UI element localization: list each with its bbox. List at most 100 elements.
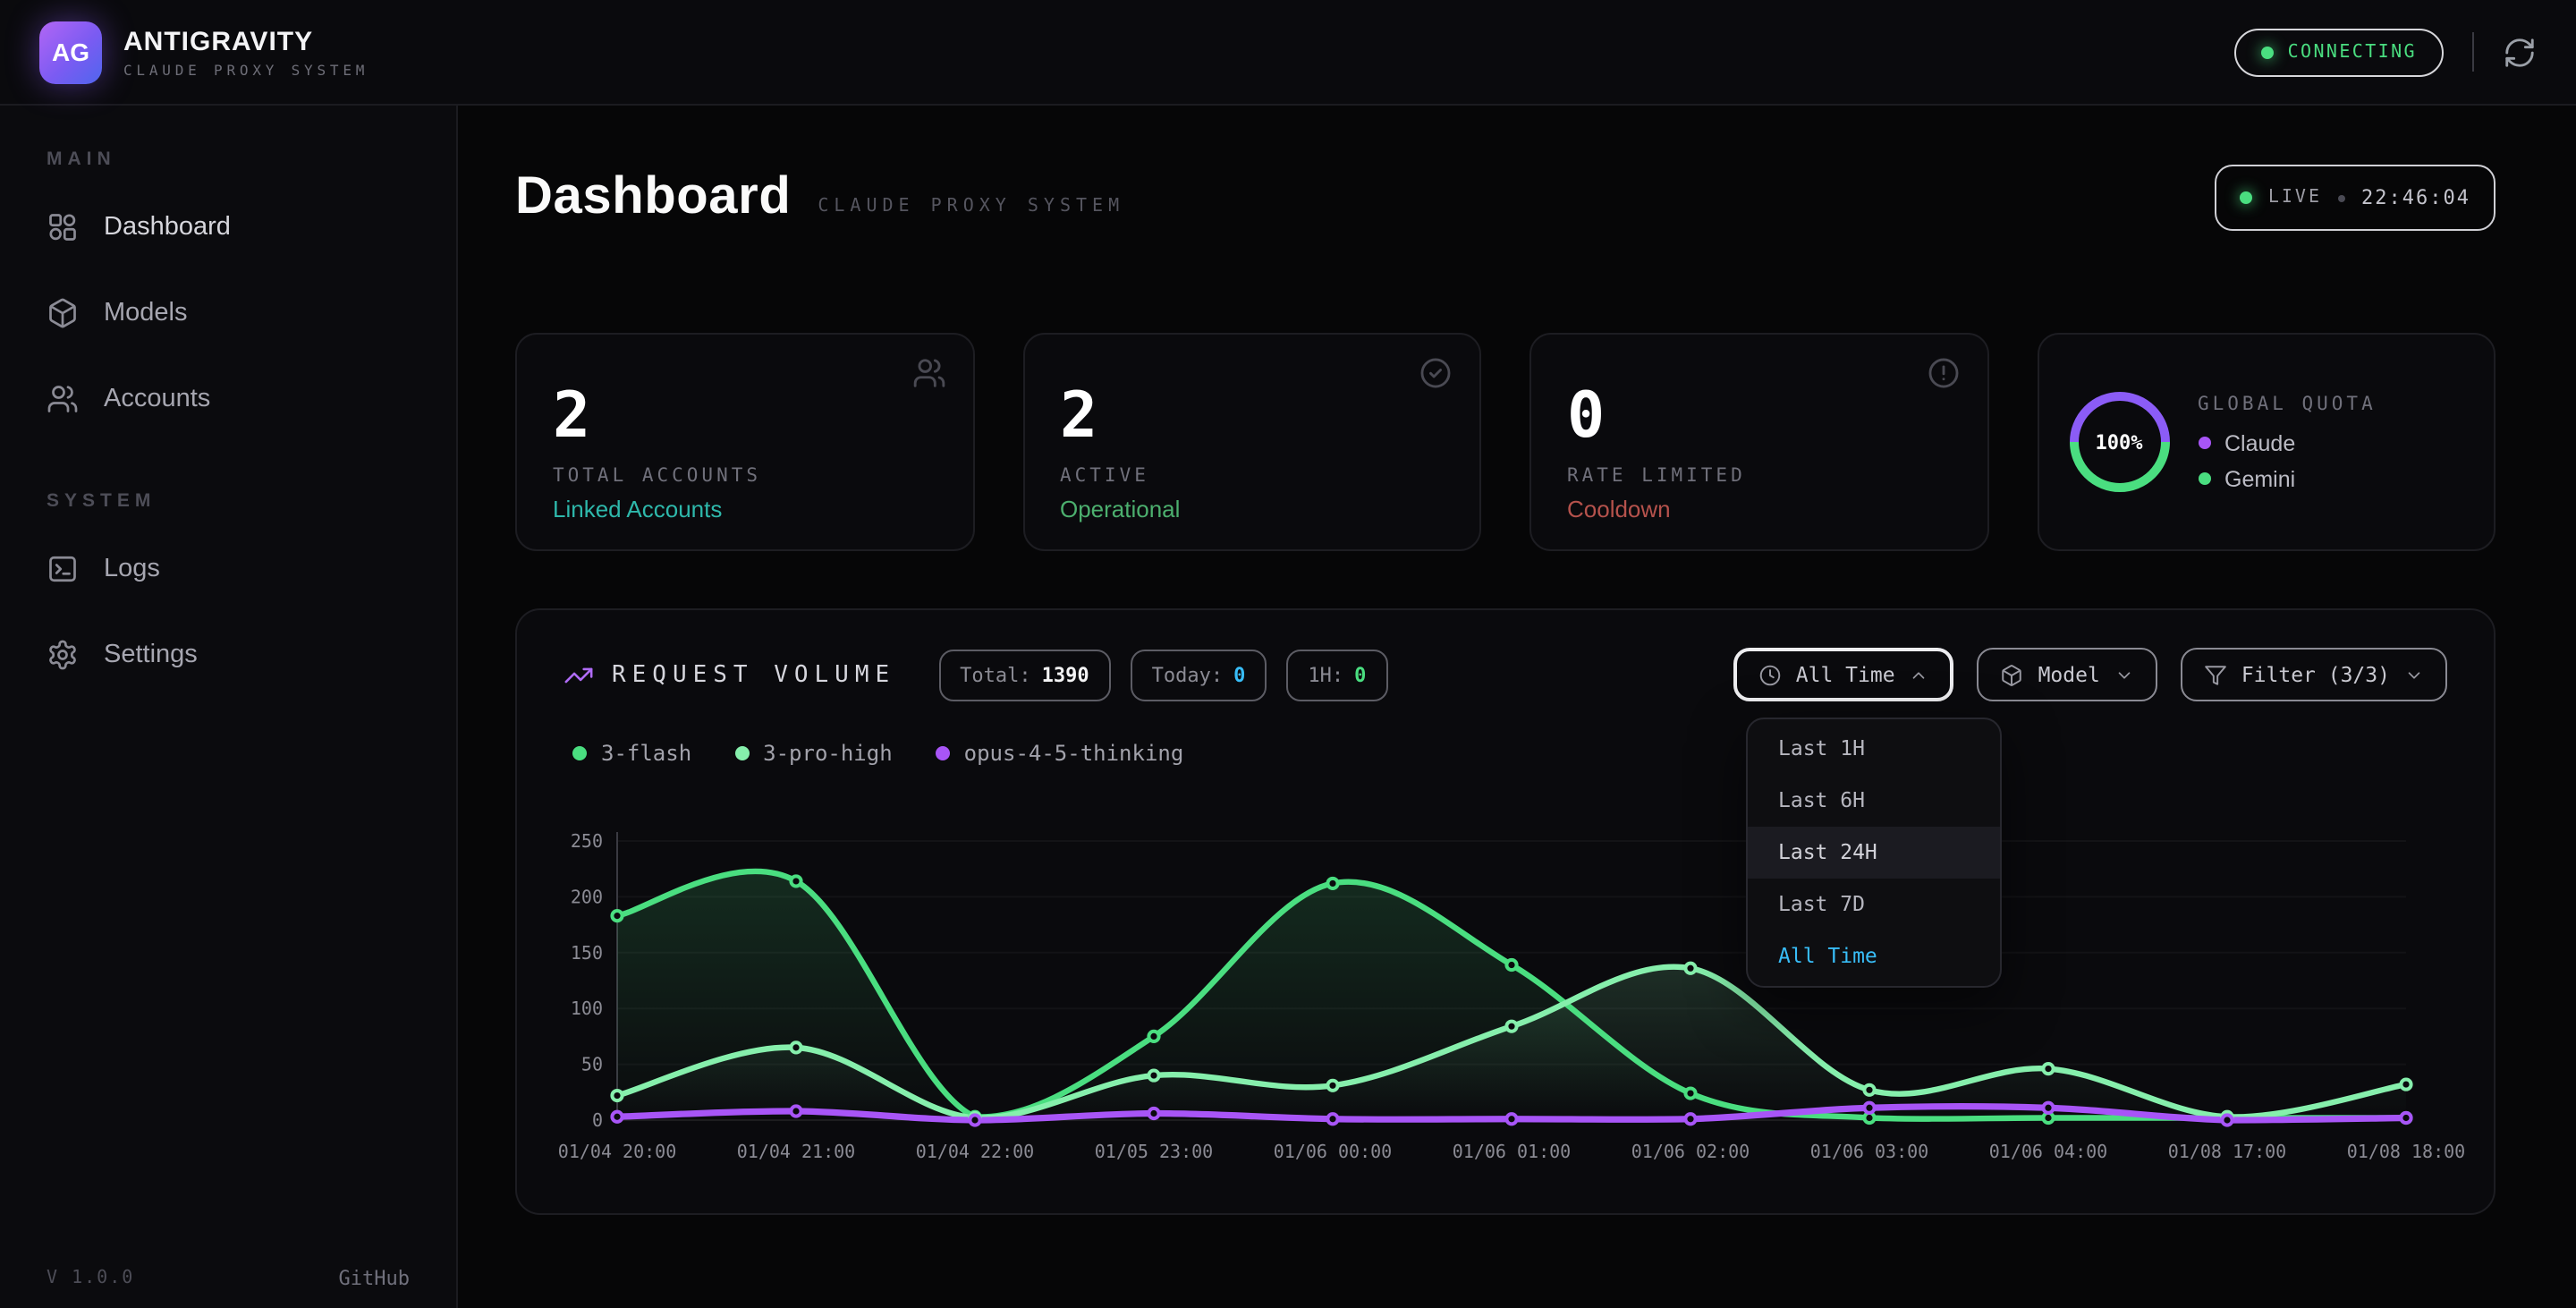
svg-text:01/08 17:00: 01/08 17:00 bbox=[2168, 1141, 2286, 1162]
svg-text:01/06 03:00: 01/06 03:00 bbox=[1810, 1141, 1928, 1162]
alert-circle-icon bbox=[1926, 356, 1960, 390]
legend-dot-icon bbox=[572, 746, 587, 760]
time-range-button[interactable]: All Time bbox=[1733, 648, 1954, 701]
chart-actions: All Time Model Filter (3/3) bbox=[1733, 648, 2447, 701]
gear-icon bbox=[47, 639, 79, 671]
svg-text:200: 200 bbox=[571, 886, 603, 907]
sidebar-item-label: Models bbox=[104, 299, 188, 327]
stat-card-active: 2 ACTIVE Operational bbox=[1022, 333, 1481, 551]
chart-stat-value: 0 bbox=[1233, 663, 1245, 686]
page-header: Dashboard CLAUDE PROXY SYSTEM LIVE 22:46… bbox=[515, 165, 2496, 231]
live-status-badge: LIVE 22:46:04 bbox=[2215, 165, 2496, 231]
stat-sub-label: Linked Accounts bbox=[553, 496, 936, 522]
live-dot-icon bbox=[2240, 191, 2252, 204]
request-volume-panel: REQUEST VOLUME Total:1390Today:01H:0 All… bbox=[515, 608, 2496, 1215]
users-icon bbox=[47, 383, 79, 415]
terminal-icon bbox=[47, 553, 79, 585]
app-version: V 1.0.0 bbox=[47, 1269, 134, 1288]
svg-text:01/04 22:00: 01/04 22:00 bbox=[916, 1141, 1034, 1162]
chevron-down-icon bbox=[2114, 665, 2134, 684]
chart-legend-item-opus-4-5-thinking[interactable]: opus-4-5-thinking bbox=[936, 741, 1184, 766]
app-subtitle: CLAUDE PROXY SYSTEM bbox=[123, 62, 369, 78]
stat-sub-label: Cooldown bbox=[1567, 496, 1951, 522]
model-filter-label: Model bbox=[2038, 662, 2100, 687]
quota-label: GLOBAL QUOTA bbox=[2198, 393, 2377, 414]
chart-panel-header: REQUEST VOLUME Total:1390Today:01H:0 All… bbox=[564, 648, 2447, 701]
funnel-icon bbox=[2204, 663, 2227, 686]
sidebar: MAINDashboardModelsAccountsSYSTEMLogsSet… bbox=[0, 106, 458, 1308]
request-volume-line-chart: 05010015020025001/04 20:0001/04 21:0001/… bbox=[564, 787, 2451, 1167]
quota-legend-item: Gemini bbox=[2198, 466, 2377, 491]
chevron-up-icon bbox=[1910, 665, 1929, 684]
chart-legend-item-3-flash[interactable]: 3-flash bbox=[572, 741, 691, 766]
stat-sub-label: Operational bbox=[1060, 496, 1444, 522]
page-subtitle: CLAUDE PROXY SYSTEM bbox=[818, 197, 1124, 217]
live-label: LIVE bbox=[2268, 188, 2322, 208]
stat-value: 2 bbox=[1060, 386, 1444, 449]
stat-label: TOTAL ACCOUNTS bbox=[553, 465, 936, 487]
stat-value: 0 bbox=[1567, 386, 1951, 449]
svg-text:250: 250 bbox=[571, 830, 603, 852]
svg-text:01/06 02:00: 01/06 02:00 bbox=[1631, 1141, 1750, 1162]
sidebar-item-settings[interactable]: Settings bbox=[0, 617, 456, 692]
svg-text:01/04 21:00: 01/04 21:00 bbox=[737, 1141, 855, 1162]
github-link[interactable]: GitHub bbox=[339, 1267, 411, 1290]
sidebar-footer: V 1.0.0 GitHub bbox=[47, 1267, 410, 1290]
chart-stat-label: Today: bbox=[1152, 663, 1224, 686]
sidebar-item-models[interactable]: Models bbox=[0, 276, 456, 351]
stat-value: 2 bbox=[553, 386, 936, 449]
stat-label: ACTIVE bbox=[1060, 465, 1444, 487]
trending-up-icon bbox=[564, 659, 594, 690]
sidebar-item-label: Settings bbox=[104, 641, 198, 669]
page-title: Dashboard bbox=[515, 168, 791, 227]
legend-dot-icon bbox=[734, 746, 749, 760]
chart-legend: 3-flash 3-pro-high opus-4-5-thinking bbox=[564, 741, 2447, 766]
sidebar-section-system: SYSTEMLogsSettings bbox=[0, 490, 456, 692]
legend-dot-icon bbox=[2198, 437, 2210, 449]
dropdown-item-last-1h[interactable]: Last 1H bbox=[1748, 723, 2000, 775]
chart-stat-value: 0 bbox=[1354, 663, 1366, 686]
sidebar-item-accounts[interactable]: Accounts bbox=[0, 361, 456, 437]
legend-label: opus-4-5-thinking bbox=[964, 741, 1184, 766]
chart-stat-badge: 1H: 0 bbox=[1286, 649, 1387, 701]
stat-card-total-accounts: 2 TOTAL ACCOUNTS Linked Accounts bbox=[515, 333, 974, 551]
dropdown-item-all-time[interactable]: All Time bbox=[1748, 930, 2000, 982]
chart-stat-label: 1H: bbox=[1308, 663, 1343, 686]
chart-legend-item-3-pro-high[interactable]: 3-pro-high bbox=[734, 741, 893, 766]
svg-text:100: 100 bbox=[571, 998, 603, 1019]
dropdown-item-last-7d[interactable]: Last 7D bbox=[1748, 879, 2000, 930]
quota-percent: 100% bbox=[2067, 390, 2171, 494]
sidebar-item-dashboard[interactable]: Dashboard bbox=[0, 190, 456, 265]
svg-text:01/06 04:00: 01/06 04:00 bbox=[1989, 1141, 2107, 1162]
topbar: AG ANTIGRAVITY CLAUDE PROXY SYSTEM CONNE… bbox=[0, 0, 2576, 106]
sidebar-section-label: MAIN bbox=[0, 149, 456, 172]
layout-grid-icon bbox=[47, 211, 79, 243]
filter-label: Filter (3/3) bbox=[2241, 662, 2390, 687]
quota-ring: 100% bbox=[2067, 390, 2171, 494]
legend-dot-icon bbox=[2198, 472, 2210, 485]
legend-label: 3-flash bbox=[601, 741, 691, 766]
global-quota-card: 100% GLOBAL QUOTA Claude Gemini bbox=[2037, 333, 2496, 551]
svg-text:01/04 20:00: 01/04 20:00 bbox=[558, 1141, 676, 1162]
main-content: Dashboard CLAUDE PROXY SYSTEM LIVE 22:46… bbox=[458, 106, 2576, 1308]
chart-stat-badge: Today: 0 bbox=[1131, 649, 1267, 701]
connection-status-badge: CONNECTING bbox=[2234, 28, 2444, 76]
model-filter-button[interactable]: Model bbox=[1978, 648, 2157, 701]
chevron-down-icon bbox=[2404, 665, 2424, 684]
legend-label: 3-pro-high bbox=[763, 741, 893, 766]
filter-button[interactable]: Filter (3/3) bbox=[2181, 648, 2447, 701]
chart-title: REQUEST VOLUME bbox=[612, 661, 895, 688]
sidebar-item-label: Accounts bbox=[104, 385, 210, 413]
svg-text:150: 150 bbox=[571, 942, 603, 964]
svg-text:01/06 00:00: 01/06 00:00 bbox=[1274, 1141, 1392, 1162]
refresh-button[interactable] bbox=[2503, 35, 2537, 69]
quota-legend-item: Claude bbox=[2198, 430, 2377, 455]
chart-stat-value: 1390 bbox=[1042, 663, 1089, 686]
chart-plot-area: 05010015020025001/04 20:0001/04 21:0001/… bbox=[564, 787, 2447, 1167]
legend-dot-icon bbox=[936, 746, 950, 760]
sidebar-item-logs[interactable]: Logs bbox=[0, 531, 456, 607]
dropdown-item-last-24h[interactable]: Last 24H bbox=[1748, 827, 2000, 879]
dropdown-item-last-6h[interactable]: Last 6H bbox=[1748, 775, 2000, 827]
connection-status-text: CONNECTING bbox=[2288, 42, 2417, 62]
separator-dot-icon bbox=[2338, 194, 2345, 201]
